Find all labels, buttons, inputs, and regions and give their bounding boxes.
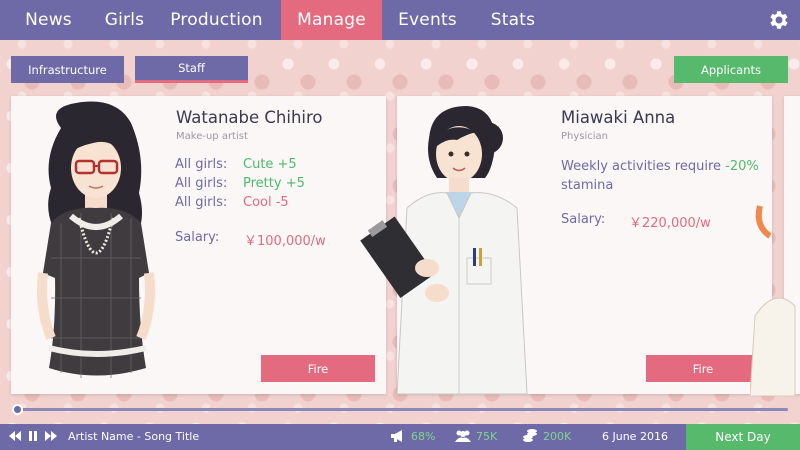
ability-description: Weekly activities require -20% stamina	[561, 157, 766, 195]
ability-text: Weekly activities require	[561, 159, 722, 174]
salary-value: ￥220,000/w	[629, 216, 711, 231]
trait-label: All girls:	[175, 157, 228, 172]
tab-production[interactable]: Production	[152, 0, 281, 40]
gear-icon[interactable]	[766, 8, 790, 32]
next-day-button[interactable]: Next Day	[686, 424, 800, 450]
trait-value: Cute +5	[243, 157, 297, 172]
bottom-bar: Artist Name - Song Title 68% 75K 200K 6 …	[0, 424, 800, 450]
coins-icon	[523, 429, 537, 442]
tab-events[interactable]: Events	[382, 0, 473, 40]
salary-value: ￥100,000/w	[244, 234, 326, 249]
rewind-icon[interactable]	[9, 430, 21, 442]
trait-label: All girls:	[175, 176, 228, 191]
ability-value: -20%	[725, 159, 759, 174]
staff-card: Watanabe Chihiro Make-up artist All girl…	[11, 96, 386, 394]
staff-card-partial	[750, 96, 800, 396]
top-nav: News Girls Production Manage Events Stat…	[0, 0, 800, 40]
tab-stats[interactable]: Stats	[473, 0, 553, 40]
subtab-infrastructure[interactable]: Infrastructure	[11, 56, 124, 83]
trait-label: All girls:	[175, 195, 228, 210]
tab-news[interactable]: News	[0, 0, 97, 40]
scroll-thumb[interactable]	[12, 404, 23, 415]
staff-role: Make-up artist	[176, 131, 248, 142]
song-title: Artist Name - Song Title	[68, 430, 200, 443]
pause-icon[interactable]	[28, 430, 38, 442]
staff-role: Physician	[561, 131, 609, 142]
tab-girls[interactable]: Girls	[97, 0, 152, 40]
staff-card: Miawaki Anna Physician Weekly activities…	[360, 96, 772, 395]
subtab-staff[interactable]: Staff	[135, 56, 248, 83]
trait-value: Pretty +5	[243, 176, 305, 191]
money-amount: 200K	[543, 430, 572, 443]
trait-value: Cool -5	[243, 195, 289, 210]
applicants-button[interactable]: Applicants	[674, 56, 788, 83]
staff-portrait	[37, 101, 155, 378]
staff-portrait	[750, 205, 796, 396]
fans-icon	[455, 430, 471, 442]
staff-name: Watanabe Chihiro	[176, 108, 323, 127]
megaphone-icon	[391, 430, 402, 442]
scroll-track[interactable]	[16, 408, 788, 411]
fire-button[interactable]: Fire	[261, 355, 375, 382]
salary-label: Salary:	[561, 212, 606, 227]
staff-name: Miawaki Anna	[561, 108, 676, 127]
current-date: 6 June 2016	[602, 430, 668, 443]
tab-manage[interactable]: Manage	[281, 0, 382, 40]
fans-percent: 68%	[411, 430, 436, 443]
ability-tail: stamina	[561, 178, 614, 193]
fans-count: 75K	[476, 430, 498, 443]
fast-forward-icon[interactable]	[45, 430, 57, 442]
salary-label: Salary:	[175, 230, 220, 245]
staff-portrait	[360, 106, 528, 395]
fire-button[interactable]: Fire	[646, 355, 760, 382]
